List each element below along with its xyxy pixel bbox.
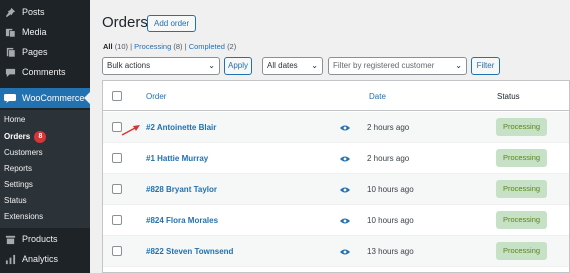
media-icon: [4, 26, 16, 38]
submenu-item-extensions[interactable]: Extensions: [4, 212, 43, 221]
column-order[interactable]: Order: [146, 92, 166, 101]
status-views: All (10) | Processing (8) | Completed (2…: [103, 42, 236, 51]
preview-eye-icon[interactable]: [340, 155, 350, 163]
page-title: Orders: [102, 14, 148, 31]
customer-filter-select[interactable]: Filter by registered customer ⌄: [328, 57, 467, 75]
pin-icon: [4, 6, 16, 18]
annotation-arrow: [121, 125, 140, 136]
menu-item-media[interactable]: Media: [0, 22, 90, 42]
menu-label: Media: [22, 27, 47, 37]
table-row[interactable]: #2 Antoinette Blair 2 hours ago Processi…: [103, 112, 569, 143]
order-link[interactable]: #828 Bryant Taylor: [146, 185, 217, 194]
menu-label: Comments: [22, 67, 66, 77]
submenu-item-home[interactable]: Home: [4, 115, 25, 124]
filter-button[interactable]: Filter: [471, 57, 500, 75]
view-all-count: (10): [114, 42, 129, 51]
row-checkbox[interactable]: [112, 246, 122, 256]
menu-label: Posts: [22, 7, 45, 17]
main-content: Orders Add order All (10) | Processing (…: [90, 0, 570, 273]
menu-item-comments[interactable]: Comments: [0, 62, 90, 82]
menu-item-products[interactable]: Products: [0, 229, 90, 249]
submenu-item-customers[interactable]: Customers: [4, 148, 43, 157]
order-link[interactable]: #824 Flora Morales: [146, 216, 218, 225]
select-all-checkbox[interactable]: [112, 91, 122, 101]
menu-item-pages[interactable]: Pages: [0, 42, 90, 62]
order-date: 2 hours ago: [367, 123, 410, 132]
column-status: Status: [497, 92, 520, 101]
table-row[interactable]: #828 Bryant Taylor 10 hours ago Processi…: [103, 174, 569, 205]
row-checkbox[interactable]: [112, 153, 122, 163]
order-link[interactable]: #822 Steven Townsend: [146, 247, 233, 256]
preview-eye-icon[interactable]: [340, 186, 350, 194]
status-badge: Processing: [496, 180, 547, 198]
menu-label: WooCommerce: [22, 93, 85, 103]
woocommerce-submenu: Home Orders 8 Customers Reports Settings…: [0, 110, 90, 228]
table-row[interactable]: #824 Flora Morales 10 hours ago Processi…: [103, 205, 569, 236]
add-order-button[interactable]: Add order: [147, 15, 197, 32]
view-processing-link[interactable]: Processing: [134, 42, 171, 51]
submenu-item-status[interactable]: Status: [4, 196, 27, 205]
chevron-down-icon: ⌄: [208, 61, 215, 70]
table-header: Order Date Status: [103, 81, 569, 111]
orders-count-badge: 8: [34, 131, 47, 143]
apply-button[interactable]: Apply: [224, 57, 252, 75]
menu-item-analytics[interactable]: Analytics: [0, 249, 90, 269]
order-date: 10 hours ago: [367, 216, 414, 225]
menu-item-posts[interactable]: Posts: [0, 2, 90, 22]
row-checkbox[interactable]: [112, 184, 122, 194]
view-processing-count: (8): [173, 42, 183, 51]
menu-label: Pages: [22, 47, 48, 57]
view-completed-count: (2): [227, 42, 237, 51]
admin-sidebar: Posts Media Pages Comments WooCommerce H…: [0, 0, 90, 273]
order-link[interactable]: #1 Hattie Murray: [146, 154, 208, 163]
table-row[interactable]: #822 Steven Townsend 13 hours ago Proces…: [103, 236, 569, 267]
view-separator: |: [130, 42, 133, 51]
comments-icon: [4, 66, 16, 78]
view-separator: |: [184, 42, 187, 51]
submenu-item-settings[interactable]: Settings: [4, 180, 33, 189]
row-checkbox[interactable]: [112, 215, 122, 225]
order-date: 2 hours ago: [367, 154, 410, 163]
dates-select[interactable]: All dates ⌄: [262, 57, 323, 75]
column-date[interactable]: Date: [369, 92, 386, 101]
table-row[interactable]: #1 Hattie Murray 2 hours ago Processing: [103, 143, 569, 174]
order-link[interactable]: #2 Antoinette Blair: [146, 123, 216, 132]
status-badge: Processing: [496, 149, 547, 167]
status-badge: Processing: [496, 242, 547, 260]
orders-table: Order Date Status #2 Antoinette Blair 2 …: [102, 80, 570, 273]
products-icon: [4, 233, 16, 245]
menu-label: Products: [22, 234, 58, 244]
status-badge: Processing: [496, 211, 547, 229]
chevron-down-icon: ⌄: [455, 61, 462, 70]
menu-item-woocommerce[interactable]: WooCommerce: [0, 88, 90, 108]
preview-eye-icon[interactable]: [340, 124, 350, 132]
bulk-actions-select[interactable]: Bulk actions ⌄: [102, 57, 220, 75]
submenu-item-orders[interactable]: Orders 8: [4, 131, 47, 143]
preview-eye-icon[interactable]: [340, 248, 350, 256]
analytics-icon: [4, 253, 16, 265]
menu-label: Analytics: [22, 254, 59, 264]
submenu-item-reports[interactable]: Reports: [4, 164, 32, 173]
status-badge: Processing: [496, 118, 547, 136]
view-all-link[interactable]: All: [103, 42, 113, 51]
chevron-down-icon: ⌄: [311, 61, 318, 70]
preview-eye-icon[interactable]: [340, 217, 350, 225]
pages-icon: [4, 46, 16, 58]
order-date: 10 hours ago: [367, 185, 414, 194]
order-date: 13 hours ago: [367, 247, 414, 256]
view-completed-link[interactable]: Completed: [189, 42, 225, 51]
woocommerce-icon: [4, 92, 16, 104]
